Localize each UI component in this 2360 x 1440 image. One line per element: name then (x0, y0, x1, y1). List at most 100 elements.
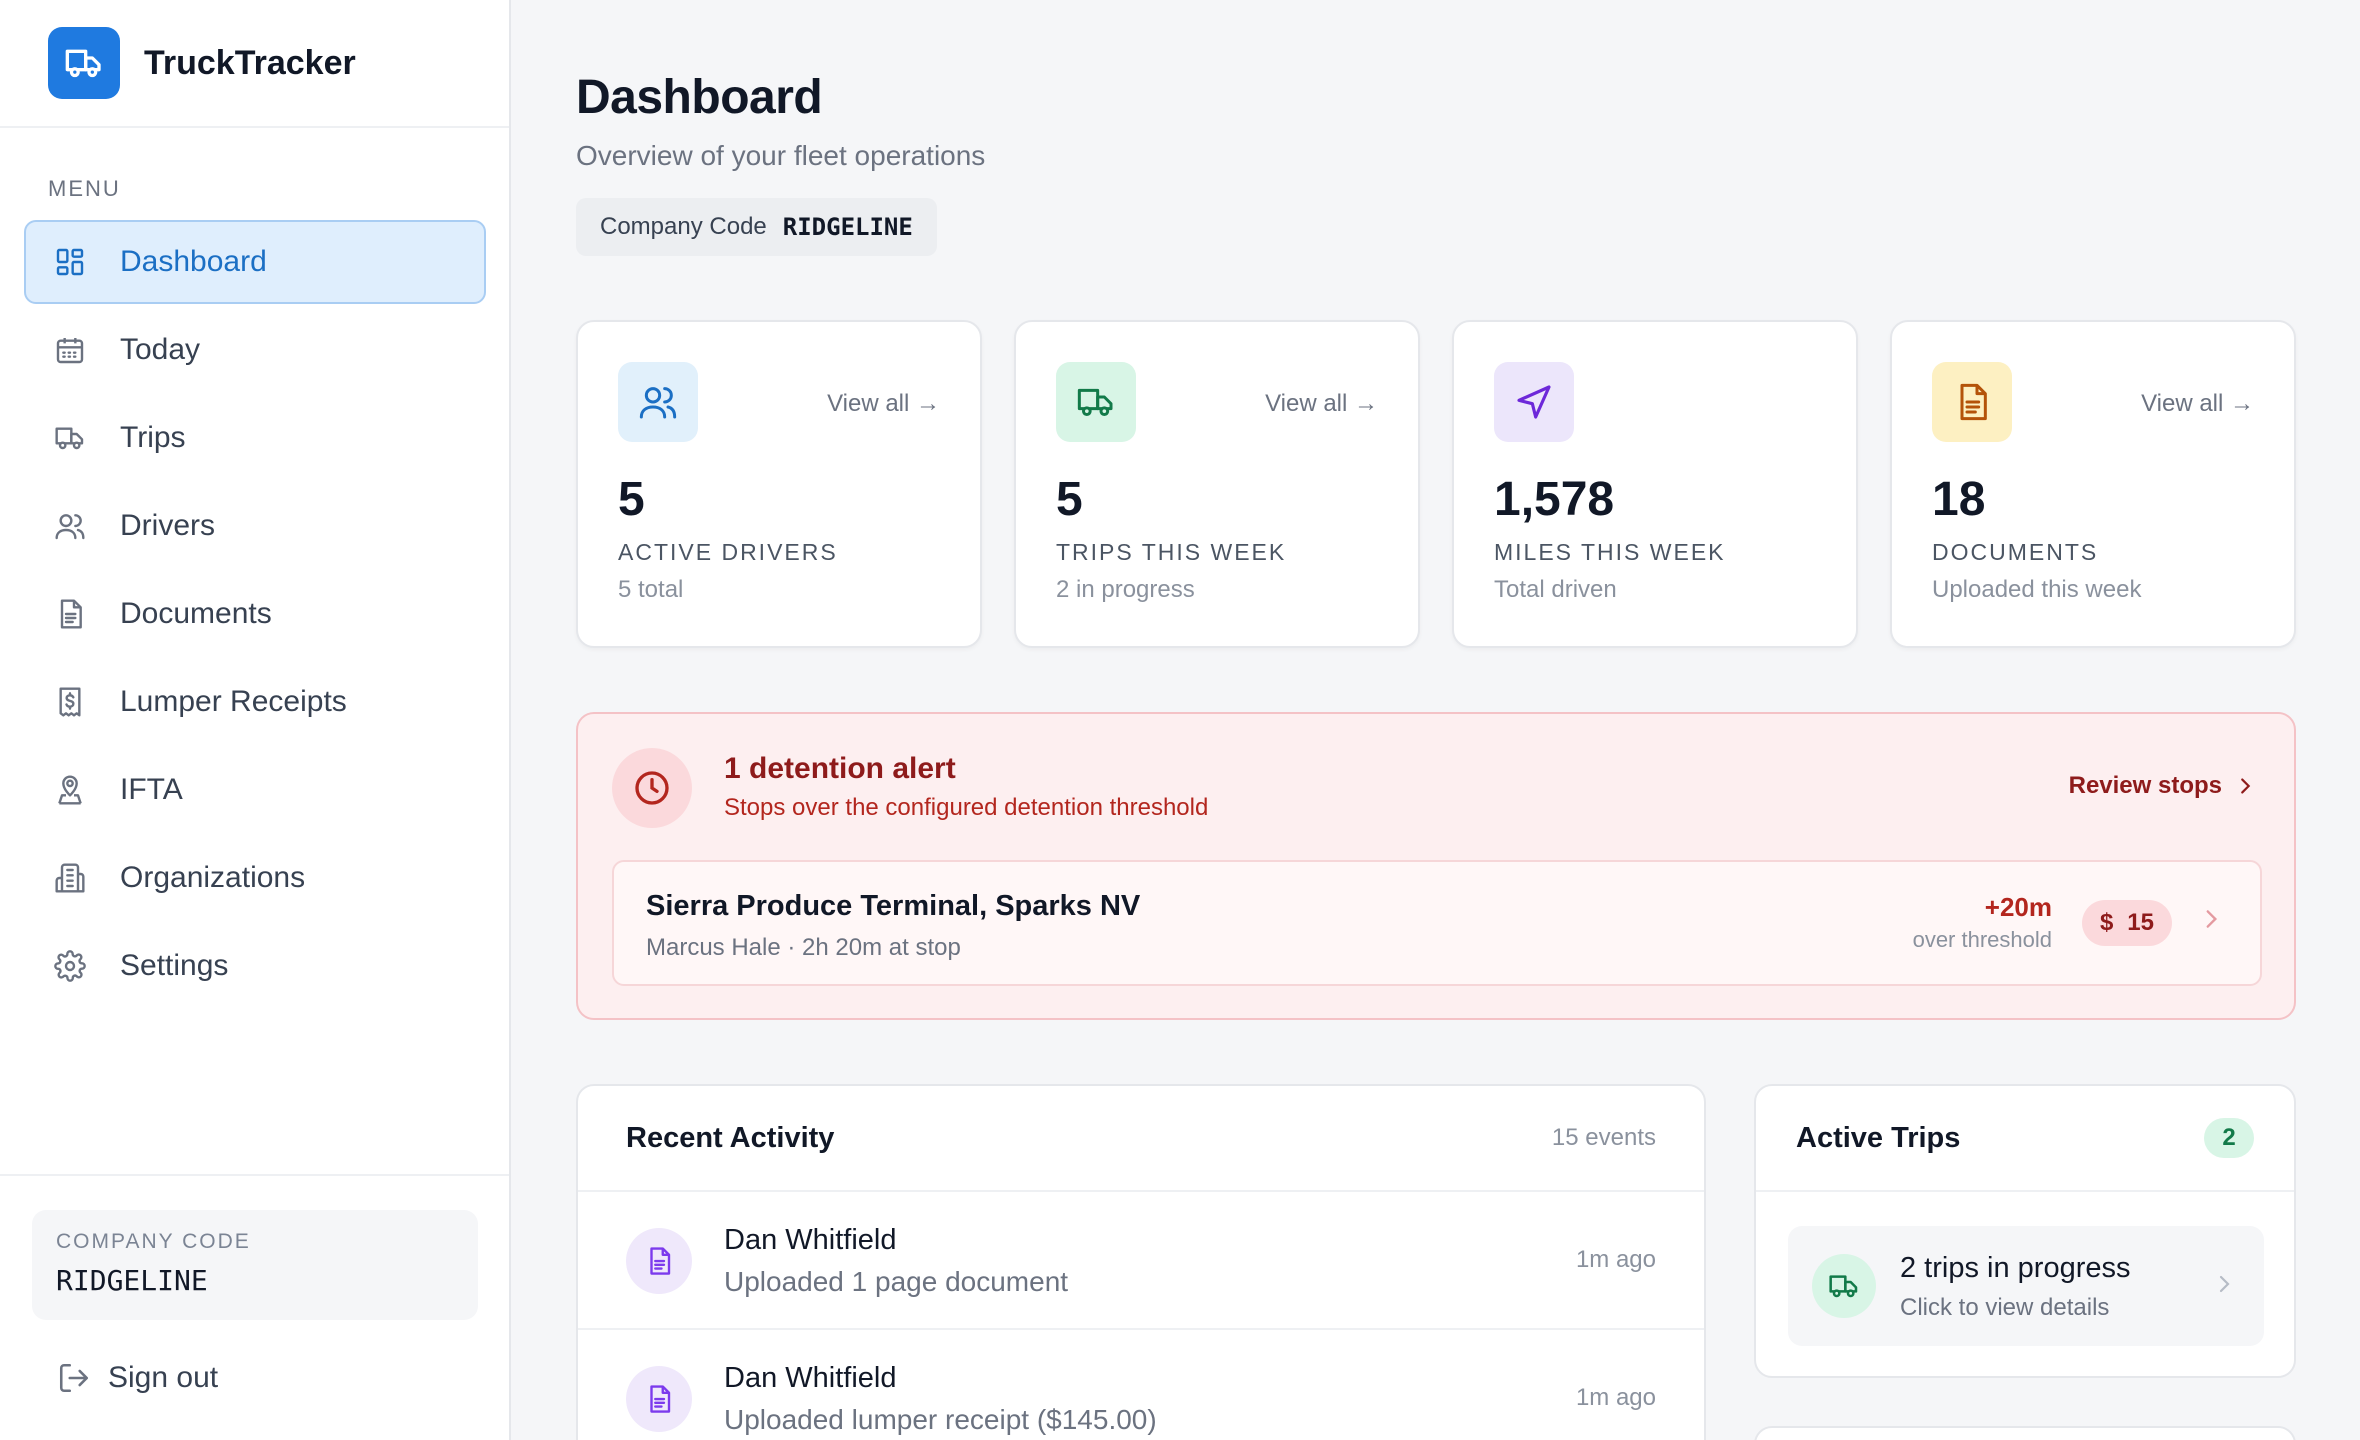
recent-activity-card: Recent Activity 15 events Dan Whitfield … (576, 1084, 1706, 1440)
company-code-label: Company Code (600, 213, 767, 240)
building-icon (52, 860, 88, 896)
company-code-label: COMPANY CODE (56, 1230, 251, 1253)
stop-name: Sierra Produce Terminal, Sparks NV (646, 890, 1141, 922)
activity-actor: Dan Whitfield (724, 1362, 897, 1394)
next-card-partial (1754, 1426, 2296, 1440)
gear-icon (52, 948, 88, 984)
sidebar-item-ifta[interactable]: IFTA (24, 748, 486, 832)
detention-alert: 1 detention alert Stops over the configu… (576, 712, 2296, 1020)
page-title: Dashboard (576, 71, 823, 124)
sidebar-item-organizations[interactable]: Organizations (24, 836, 486, 920)
trips-in-progress-row[interactable]: 2 trips in progress Click to view detail… (1788, 1226, 2264, 1346)
sign-out-icon (56, 1360, 92, 1396)
sign-out-button[interactable]: Sign out (56, 1360, 218, 1396)
sidebar-item-label: Lumper Receipts (120, 685, 347, 718)
company-code-value: RIDGELINE (56, 1264, 208, 1297)
truck-icon (1812, 1254, 1876, 1318)
view-all-link[interactable]: View all → (2141, 390, 2254, 418)
sidebar-item-label: IFTA (120, 773, 183, 806)
card-header: Recent Activity 15 events (578, 1086, 1704, 1192)
view-all-link[interactable]: View all → (827, 390, 940, 418)
card-title: Recent Activity (626, 1121, 835, 1154)
chevron-right-icon (2234, 775, 2256, 797)
activity-row[interactable]: Dan Whitfield Uploaded 1 page document 1… (578, 1192, 1704, 1330)
document-icon (626, 1366, 692, 1432)
stat-subtext: Total driven (1494, 576, 1617, 603)
navigation-arrow-icon (1494, 362, 1574, 442)
app-name: TruckTracker (144, 43, 356, 82)
brand[interactable]: TruckTracker (0, 0, 509, 128)
company-code-chip: Company Code RIDGELINE (576, 198, 937, 256)
active-trips-count-badge: 2 (2204, 1118, 2254, 1158)
view-all-link[interactable]: View all → (1265, 390, 1378, 418)
stat-label: ACTIVE DRIVERS (618, 539, 838, 565)
document-icon (626, 1228, 692, 1294)
stat-value: 1,578 (1494, 473, 1615, 526)
review-stops-label: Review stops (2068, 772, 2222, 799)
sidebar-item-label: Dashboard (120, 245, 267, 278)
sidebar-item-label: Organizations (120, 861, 306, 894)
stat-label: DOCUMENTS (1932, 539, 2099, 565)
sidebar-footer: COMPANY CODE RIDGELINE Sign out (0, 1174, 509, 1440)
sidebar: TruckTracker MENU Dashboard Today Trips (0, 0, 511, 1440)
sidebar-item-label: Trips (120, 421, 186, 454)
document-icon (52, 596, 88, 632)
active-trips-card: Active Trips 2 2 trips in progress Click… (1754, 1084, 2296, 1378)
card-title: Active Trips (1796, 1121, 1961, 1154)
truck-icon (1056, 362, 1136, 442)
sidebar-nav: Dashboard Today Trips Drivers Documents (24, 220, 486, 1012)
over-threshold-label: over threshold (1912, 927, 2052, 952)
stat-card-documents[interactable]: View all → 18 DOCUMENTS Uploaded this we… (1890, 320, 2296, 648)
stat-card-trips-this-week[interactable]: View all → 5 TRIPS THIS WEEK 2 in progre… (1014, 320, 1420, 648)
map-pin-icon (52, 772, 88, 808)
chevron-right-icon (2212, 1272, 2236, 1296)
card-header: Active Trips 2 (1756, 1086, 2294, 1192)
activity-actor: Dan Whitfield (724, 1224, 897, 1256)
stat-value: 5 (618, 473, 645, 526)
stop-meta: Marcus Hale · 2h 20m at stop (646, 934, 961, 961)
sidebar-item-label: Settings (120, 949, 229, 982)
menu-label: MENU (48, 176, 121, 201)
sidebar-item-dashboard[interactable]: Dashboard (24, 220, 486, 304)
review-stops-button[interactable]: Review stops (2069, 772, 2256, 800)
fee-amount: 15 (2127, 909, 2154, 936)
stat-label: MILES THIS WEEK (1494, 539, 1726, 565)
stat-label: TRIPS THIS WEEK (1056, 539, 1287, 565)
company-code-value: RIDGELINE (782, 213, 913, 241)
activity-row[interactable]: Dan Whitfield Uploaded lumper receipt ($… (578, 1330, 1704, 1440)
sidebar-item-documents[interactable]: Documents (24, 572, 486, 656)
activity-time: 1m ago (1575, 1246, 1656, 1273)
stat-value: 5 (1056, 473, 1083, 526)
dollar-icon: $ (2099, 909, 2114, 936)
stat-card-miles-this-week[interactable]: 1,578 MILES THIS WEEK Total driven (1452, 320, 1858, 648)
stat-card-active-drivers[interactable]: View all → 5 ACTIVE DRIVERS 5 total (576, 320, 982, 648)
truck-icon (52, 420, 88, 456)
sidebar-item-lumper-receipts[interactable]: Lumper Receipts (24, 660, 486, 744)
page-subtitle: Overview of your fleet operations (576, 140, 986, 171)
stop-over-threshold: +20m over threshold (1913, 892, 2052, 953)
sidebar-item-settings[interactable]: Settings (24, 924, 486, 1008)
sidebar-item-label: Drivers (120, 509, 215, 542)
chevron-right-icon (2198, 906, 2224, 932)
sidebar-item-drivers[interactable]: Drivers (24, 484, 486, 568)
over-threshold-value: +20m (1984, 892, 2052, 922)
dashboard-grid-icon (52, 244, 88, 280)
users-icon (618, 362, 698, 442)
sidebar-item-today[interactable]: Today (24, 308, 486, 392)
activity-time: 1m ago (1575, 1384, 1656, 1411)
sidebar-company-code: COMPANY CODE RIDGELINE (32, 1210, 478, 1320)
document-icon (1932, 362, 2012, 442)
activity-description: Uploaded lumper receipt ($145.00) (724, 1404, 1157, 1435)
trip-row-title: 2 trips in progress (1900, 1252, 2131, 1284)
stat-subtext: 2 in progress (1056, 576, 1195, 603)
receipt-dollar-icon (52, 684, 88, 720)
detention-fee-badge: $ 15 (2081, 900, 2172, 946)
users-icon (52, 508, 88, 544)
detention-stop-row[interactable]: Sierra Produce Terminal, Sparks NV Marcu… (612, 860, 2262, 986)
alert-title: 1 detention alert (724, 752, 956, 785)
truck-icon (48, 27, 120, 99)
stat-subtext: Uploaded this week (1932, 576, 2142, 603)
sign-out-label: Sign out (108, 1361, 219, 1394)
sidebar-item-trips[interactable]: Trips (24, 396, 486, 480)
activity-description: Uploaded 1 page document (724, 1266, 1069, 1297)
